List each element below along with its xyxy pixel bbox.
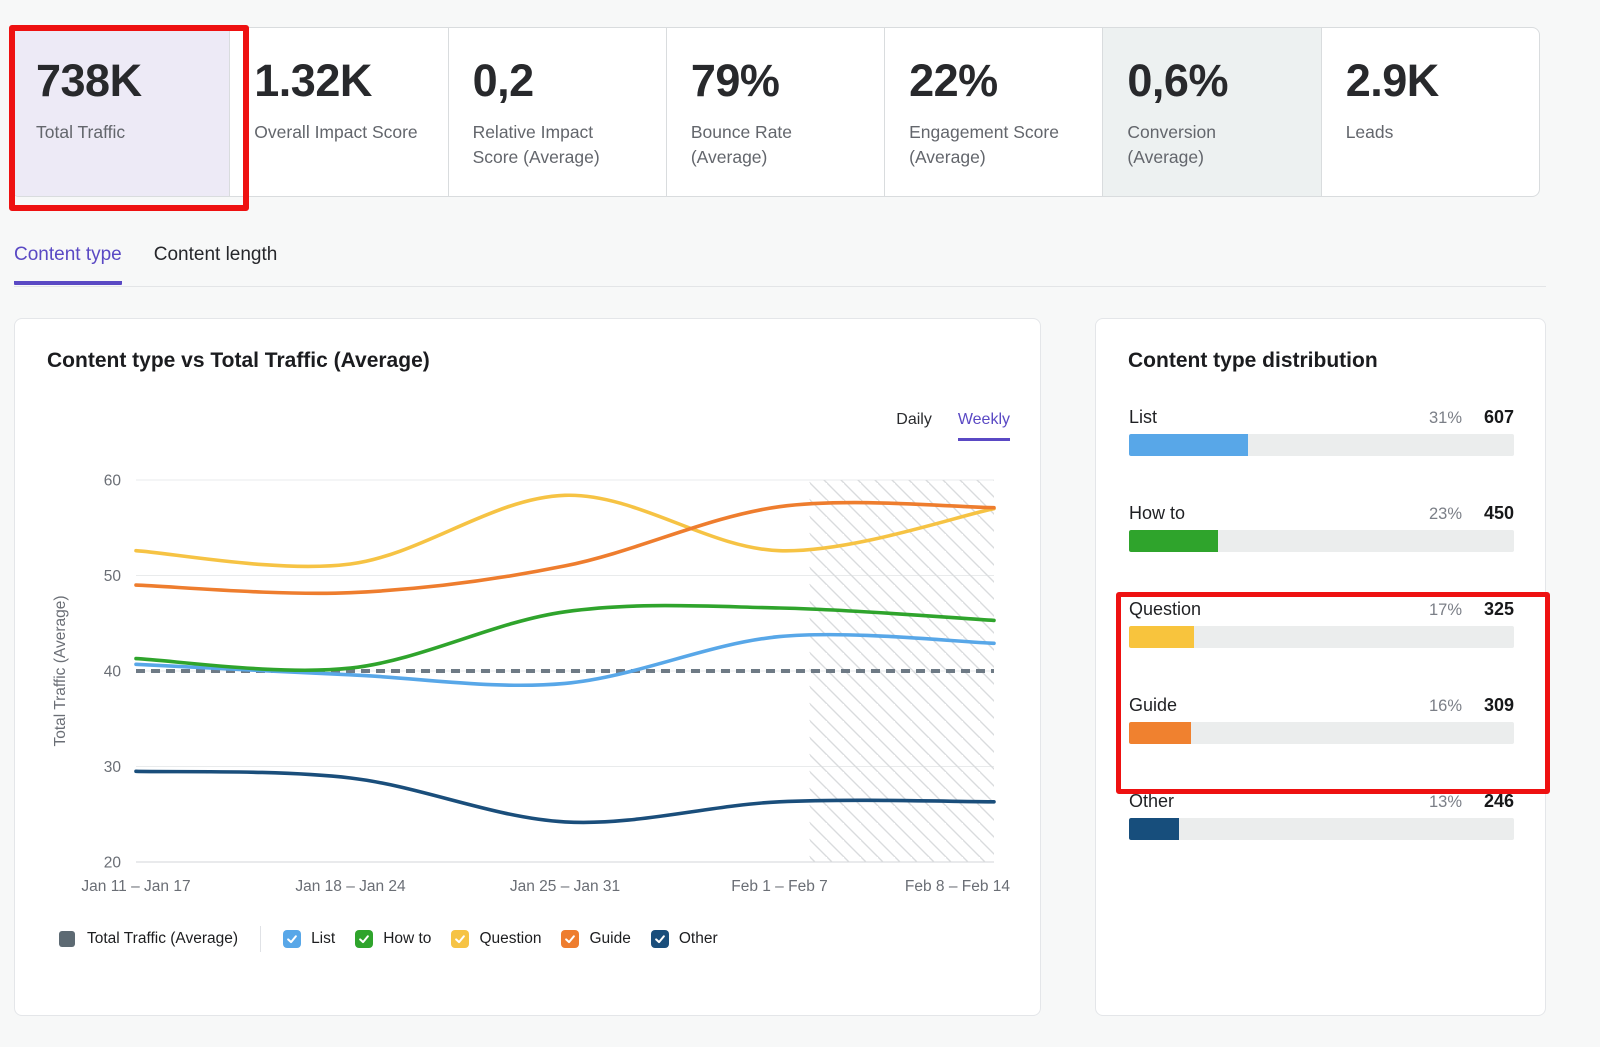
kpi-value: 1.32K xyxy=(254,55,423,107)
toggle-weekly[interactable]: Weekly xyxy=(958,411,1010,441)
checkbox-checked-icon[interactable] xyxy=(451,930,469,948)
kpi-card-relative-impact-score[interactable]: 0,2 Relative Impact Score (Average) xyxy=(448,28,666,196)
dist-row-list: List 31% 607 xyxy=(1129,407,1514,456)
dist-bar-track xyxy=(1129,530,1514,552)
dist-bar-fill xyxy=(1129,626,1194,648)
kpi-label: Overall Impact Score xyxy=(254,120,423,145)
dist-bar-fill xyxy=(1129,434,1248,456)
kpi-value: 22% xyxy=(909,55,1078,107)
kpi-label: Engagement Score (Average) xyxy=(909,120,1078,170)
content-type-traffic-chart: 20 30 40 50 60 Jan 11 – Jan 17 Jan 18 – Jan 24… xyxy=(45,449,1025,919)
legend-label: List xyxy=(311,930,335,948)
dist-percent: 16% xyxy=(1429,697,1462,716)
dist-row-guide: Guide 16% 309 xyxy=(1129,695,1514,744)
dist-row-other: Other 13% 246 xyxy=(1129,791,1514,840)
dist-label: Other xyxy=(1129,791,1429,812)
kpi-card-engagement-score[interactable]: 22% Engagement Score (Average) xyxy=(884,28,1102,196)
legend-average-label: Total Traffic (Average) xyxy=(87,930,238,948)
kpi-label: Bounce Rate (Average) xyxy=(691,120,860,170)
dist-row-how-to: How to 23% 450 xyxy=(1129,503,1514,552)
kpi-card-total-traffic[interactable]: 738K Total Traffic xyxy=(12,28,229,196)
dist-value: 325 xyxy=(1462,599,1514,620)
svg-text:Jan 18 – Jan 24: Jan 18 – Jan 24 xyxy=(295,878,406,895)
dist-label: List xyxy=(1129,407,1429,428)
toggle-daily[interactable]: Daily xyxy=(896,411,932,441)
distribution-title: Content type distribution xyxy=(1128,349,1378,373)
dist-value: 607 xyxy=(1462,407,1514,428)
content-type-distribution-card: Content type distribution List 31% 607 H… xyxy=(1095,318,1546,1016)
dist-label: Question xyxy=(1129,599,1429,620)
tab-content-type[interactable]: Content type xyxy=(14,240,122,285)
svg-text:Jan 11 – Jan 17: Jan 11 – Jan 17 xyxy=(81,878,190,895)
legend-label: Question xyxy=(479,930,541,948)
kpi-value: 738K xyxy=(36,55,205,107)
dist-percent: 31% xyxy=(1429,409,1462,428)
svg-text:30: 30 xyxy=(104,759,122,776)
dist-bar-track xyxy=(1129,434,1514,456)
legend-checkbox-other[interactable]: Other xyxy=(651,930,718,948)
chart-area: 20 30 40 50 60 Jan 11 – Jan 17 Jan 18 – Jan 24… xyxy=(45,449,1025,919)
svg-text:50: 50 xyxy=(104,568,122,585)
svg-text:Total Traffic (Average): Total Traffic (Average) xyxy=(52,595,69,746)
dist-bar-track xyxy=(1129,626,1514,648)
kpi-value: 0,6% xyxy=(1127,55,1296,107)
granularity-toggle: Daily Weekly xyxy=(896,411,1010,441)
chart-legend: Total Traffic (Average) List How to Ques… xyxy=(59,926,738,952)
legend-checkbox-list[interactable]: List xyxy=(283,930,335,948)
legend-checkbox-how-to[interactable]: How to xyxy=(355,930,431,948)
kpi-value: 0,2 xyxy=(473,55,642,107)
svg-text:60: 60 xyxy=(104,473,122,490)
dist-value: 450 xyxy=(1462,503,1514,524)
legend-label: Guide xyxy=(589,930,630,948)
svg-text:40: 40 xyxy=(104,664,122,681)
kpi-label: Total Traffic xyxy=(36,120,205,145)
dist-percent: 17% xyxy=(1429,601,1462,620)
kpi-value: 79% xyxy=(691,55,860,107)
dist-bar-track xyxy=(1129,722,1514,744)
svg-text:Jan 25 – Jan 31: Jan 25 – Jan 31 xyxy=(510,878,620,895)
checkbox-checked-icon[interactable] xyxy=(651,930,669,948)
checkbox-checked-icon[interactable] xyxy=(561,930,579,948)
tab-content-length[interactable]: Content length xyxy=(154,240,278,285)
legend-divider xyxy=(260,926,261,952)
legend-checkbox-guide[interactable]: Guide xyxy=(561,930,630,948)
kpi-value: 2.9K xyxy=(1346,55,1515,107)
svg-text:20: 20 xyxy=(104,855,122,872)
kpi-label: Leads xyxy=(1346,120,1515,145)
content-type-chart-card: Content type vs Total Traffic (Average) … xyxy=(14,318,1041,1016)
dist-value: 246 xyxy=(1462,791,1514,812)
kpi-card-conversion[interactable]: 0,6% Conversion (Average) xyxy=(1102,28,1320,196)
svg-text:Feb 1 – Feb 7: Feb 1 – Feb 7 xyxy=(731,878,828,895)
tab-bar-divider xyxy=(14,286,1546,287)
kpi-card-leads[interactable]: 2.9K Leads xyxy=(1321,28,1539,196)
dist-bar-fill xyxy=(1129,530,1218,552)
tab-bar: Content type Content length xyxy=(14,240,1546,288)
distribution-rows: List 31% 607 How to 23% 450 xyxy=(1129,407,1514,887)
kpi-label: Conversion (Average) xyxy=(1127,120,1296,170)
kpi-label: Relative Impact Score (Average) xyxy=(473,120,642,170)
dist-row-question: Question 17% 325 xyxy=(1129,599,1514,648)
dist-value: 309 xyxy=(1462,695,1514,716)
dist-percent: 23% xyxy=(1429,505,1462,524)
legend-checkbox-question[interactable]: Question xyxy=(451,930,541,948)
kpi-card-bounce-rate[interactable]: 79% Bounce Rate (Average) xyxy=(666,28,884,196)
checkbox-checked-icon[interactable] xyxy=(283,930,301,948)
dist-percent: 13% xyxy=(1429,793,1462,812)
average-swatch-icon xyxy=(59,931,75,947)
dist-bar-track xyxy=(1129,818,1514,840)
dist-label: Guide xyxy=(1129,695,1429,716)
svg-text:Feb 8 – Feb 14: Feb 8 – Feb 14 xyxy=(905,878,1011,895)
kpi-row: 738K Total Traffic 1.32K Overall Impact … xyxy=(11,27,1540,197)
dist-bar-fill xyxy=(1129,722,1191,744)
dashboard-screen: 738K Total Traffic 1.32K Overall Impact … xyxy=(0,0,1600,1047)
dist-bar-fill xyxy=(1129,818,1179,840)
checkbox-checked-icon[interactable] xyxy=(355,930,373,948)
kpi-card-overall-impact-score[interactable]: 1.32K Overall Impact Score xyxy=(229,28,447,196)
legend-label: Other xyxy=(679,930,718,948)
dist-label: How to xyxy=(1129,503,1429,524)
chart-title: Content type vs Total Traffic (Average) xyxy=(47,349,430,373)
legend-label: How to xyxy=(383,930,431,948)
